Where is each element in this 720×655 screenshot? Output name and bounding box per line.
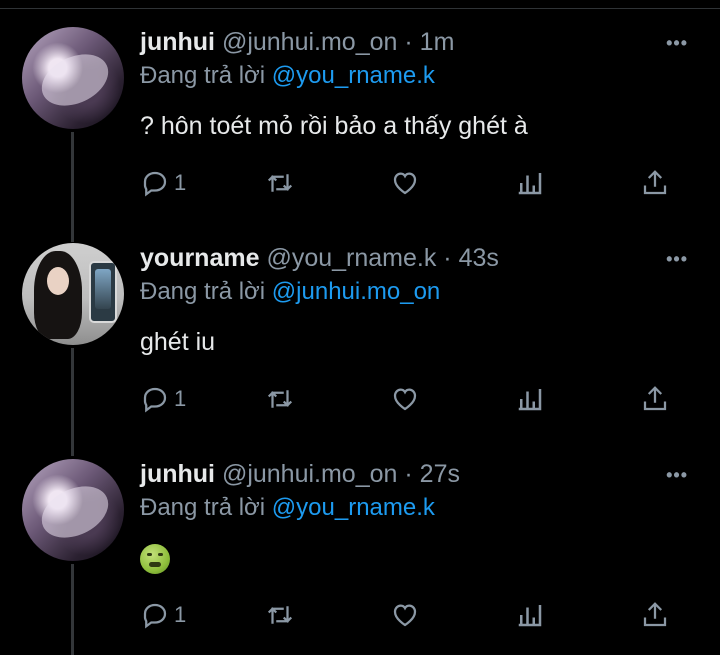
reply-button[interactable]: 1	[140, 165, 186, 201]
reply-icon	[143, 171, 167, 197]
share-button[interactable]	[640, 597, 670, 633]
views-icon	[518, 605, 542, 627]
handle[interactable]: @junhui.mo_on	[222, 28, 398, 56]
tweet-text: ghét iu	[140, 328, 216, 356]
replying-to: Đang trả lời @you_rname.k	[140, 493, 435, 523]
mention-link[interactable]: @you_rname.k	[272, 62, 435, 89]
replying-to: Đang trả lời @you_rname.k	[140, 61, 435, 91]
like-icon	[393, 604, 417, 627]
tweet-text: ? hôn toét mỏ rồi bảo a thấy ghét à	[140, 112, 528, 140]
nauseated-face-emoji	[140, 544, 170, 575]
timestamp[interactable]: · 1m	[404, 28, 454, 56]
like-button[interactable]	[390, 381, 420, 417]
reply-icon	[143, 387, 167, 413]
tweet-header: junhui @junhui.mo_on · 27s	[140, 459, 460, 489]
reply-button[interactable]: 1	[140, 597, 186, 633]
share-button[interactable]	[640, 165, 670, 201]
timestamp[interactable]: · 27s	[404, 460, 460, 488]
tweet-text	[140, 543, 170, 575]
more-icon[interactable]: •••	[666, 249, 688, 270]
retweet-button[interactable]	[265, 165, 295, 201]
views-icon	[518, 389, 542, 411]
retweet-button[interactable]	[265, 381, 295, 417]
action-bar: 1	[140, 165, 680, 201]
replying-label: Đang trả lời	[140, 278, 266, 305]
like-icon	[393, 388, 417, 411]
replying-label: Đang trả lời	[140, 62, 266, 89]
tweet-header: junhui @junhui.mo_on · 1m	[140, 27, 454, 57]
replying-to: Đang trả lời @junhui.mo_on	[140, 277, 440, 307]
retweet-button[interactable]	[265, 597, 295, 633]
reply-count: 1	[174, 602, 187, 627]
display-name[interactable]: junhui	[140, 28, 215, 56]
like-icon	[393, 172, 417, 195]
replying-label: Đang trả lời	[140, 494, 266, 521]
tweet[interactable]: yourname @you_rname.k · 43s ••• Đang trả…	[0, 243, 720, 438]
action-bar: 1	[140, 381, 680, 417]
views-button[interactable]	[515, 381, 545, 417]
mention-link[interactable]: @junhui.mo_on	[272, 278, 440, 305]
handle[interactable]: @junhui.mo_on	[222, 460, 398, 488]
retweet-icon	[267, 174, 293, 192]
avatar[interactable]	[22, 243, 124, 345]
like-button[interactable]	[390, 597, 420, 633]
share-icon	[643, 386, 667, 411]
timestamp[interactable]: · 43s	[443, 244, 499, 272]
display-name[interactable]: yourname	[140, 244, 259, 272]
tweet[interactable]: junhui @junhui.mo_on · 1m ••• Đang trả l…	[0, 27, 720, 222]
share-button[interactable]	[640, 381, 670, 417]
top-divider	[0, 8, 720, 9]
share-icon	[643, 170, 667, 195]
reply-count: 1	[174, 170, 187, 195]
avatar[interactable]	[22, 459, 124, 561]
retweet-icon	[267, 606, 293, 624]
more-icon[interactable]: •••	[666, 465, 688, 486]
action-bar: 1	[140, 597, 680, 633]
more-icon[interactable]: •••	[666, 33, 688, 54]
retweet-icon	[267, 390, 293, 408]
tweet[interactable]: junhui @junhui.mo_on · 27s ••• Đang trả …	[0, 459, 720, 655]
reply-icon	[143, 603, 167, 629]
mention-link[interactable]: @you_rname.k	[272, 494, 435, 521]
reply-button[interactable]: 1	[140, 381, 186, 417]
reply-count: 1	[174, 386, 187, 411]
views-button[interactable]	[515, 597, 545, 633]
handle[interactable]: @you_rname.k	[266, 244, 436, 272]
views-button[interactable]	[515, 165, 545, 201]
display-name[interactable]: junhui	[140, 460, 215, 488]
like-button[interactable]	[390, 165, 420, 201]
avatar[interactable]	[22, 27, 124, 129]
share-icon	[643, 602, 667, 627]
tweet-header: yourname @you_rname.k · 43s	[140, 243, 499, 273]
views-icon	[518, 173, 542, 195]
